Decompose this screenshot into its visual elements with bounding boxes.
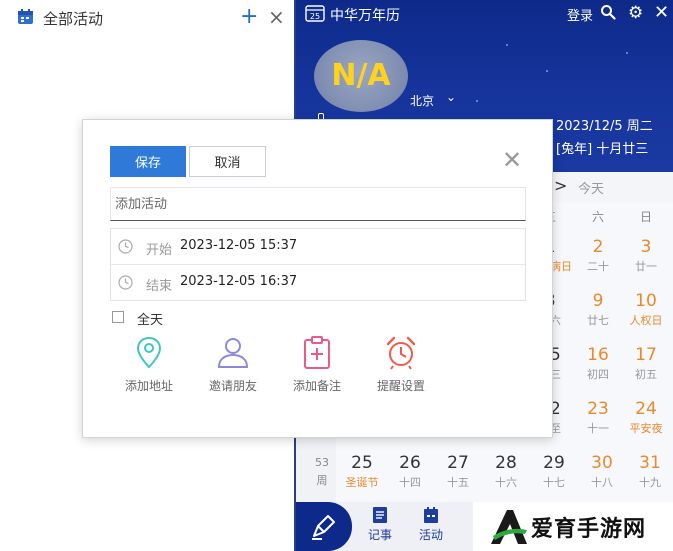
app-logo-day: 25 xyxy=(310,12,320,21)
tab-notes-label: 记事 xyxy=(367,528,392,542)
add-location-button[interactable]: 添加地址 xyxy=(114,335,184,394)
chevron-down-icon[interactable]: ⌄ xyxy=(446,90,456,104)
clock-icon xyxy=(118,239,133,254)
today-button[interactable]: 今天 xyxy=(578,178,604,197)
watermark-logo xyxy=(491,510,527,544)
close-icon[interactable]: ✕ xyxy=(654,2,669,23)
calendar-day[interactable]: 10 人权日 xyxy=(622,289,670,343)
calendar-day[interactable]: 9 廿七 xyxy=(574,289,622,343)
calendar-day[interactable]: 17 初五 xyxy=(622,343,670,397)
calendar-day[interactable]: 3 廿一 xyxy=(622,235,670,289)
person-icon xyxy=(217,338,249,368)
calendar-day[interactable]: 26 十四 xyxy=(386,451,434,505)
tab-activities-label: 活动 xyxy=(418,528,443,542)
gear-icon[interactable]: ⚙ xyxy=(628,3,643,23)
activity-panel-title: 全部活动 xyxy=(43,10,104,28)
app-title: 中华万年历 xyxy=(330,8,400,24)
weekday-header: 六 xyxy=(591,210,604,224)
star-decoration xyxy=(506,44,508,46)
checkbox[interactable] xyxy=(112,311,124,323)
activity-panel-header: 全部活动 + × xyxy=(0,0,296,36)
calendar-day[interactable]: 16 初四 xyxy=(574,343,622,397)
cancel-button[interactable]: 取消 xyxy=(189,146,266,177)
calendar-icon xyxy=(424,507,438,523)
calendar-day[interactable]: 23 十一 xyxy=(574,397,622,451)
reminder-settings-label: 提醒设置 xyxy=(376,379,425,393)
calendar-day[interactable]: 29 十七 xyxy=(530,451,578,505)
clock-icon xyxy=(118,275,133,290)
watermark: 爱育手游网 xyxy=(473,502,673,551)
calendar-day[interactable]: 25 圣诞节 xyxy=(338,451,386,505)
calendar-icon xyxy=(18,9,33,24)
invite-friends-button[interactable]: 邀请朋友 xyxy=(198,335,268,394)
save-button[interactable]: 保存 xyxy=(110,146,186,177)
weather-widget[interactable]: N/A xyxy=(314,40,408,112)
login-link[interactable]: 登录 xyxy=(567,5,593,24)
app-logo-icon: 25 xyxy=(305,5,325,22)
star-decoration xyxy=(626,52,628,54)
alarm-icon xyxy=(386,336,416,370)
time-range: 开始 2023-12-05 15:37 结束 2023-12-05 16:37 xyxy=(110,228,526,301)
start-value: 2023-12-05 15:37 xyxy=(180,238,298,253)
week-number: 53 周 xyxy=(315,456,329,487)
end-value: 2023-12-05 16:37 xyxy=(180,274,298,289)
weekday-header: 日 xyxy=(639,210,652,224)
reminder-settings-button[interactable]: 提醒设置 xyxy=(366,335,436,394)
close-panel-button[interactable]: × xyxy=(268,6,285,28)
tab-notes[interactable]: 记事 xyxy=(358,506,402,543)
star-decoration xyxy=(476,100,478,102)
add-activity-button[interactable]: + xyxy=(240,6,258,28)
lunar-date: [兔年] 十月廿三 xyxy=(556,142,649,157)
add-activity-dialog: 保存 取消 ✕ 开始 2023-12-05 15:37 结束 2023-12-0… xyxy=(82,119,553,438)
pen-icon xyxy=(312,515,335,540)
calendar-day[interactable]: 2 二十 xyxy=(574,235,622,289)
add-note-button[interactable]: 添加备注 xyxy=(282,335,352,394)
notes-icon xyxy=(373,507,387,523)
end-time-field[interactable]: 结束 2023-12-05 16:37 xyxy=(111,265,525,301)
calendar-day[interactable]: 27 十五 xyxy=(434,451,482,505)
calendar-day[interactable]: 28 十六 xyxy=(482,451,530,505)
calendar-day[interactable]: 31 十九 xyxy=(626,451,673,505)
allday-label: 全天 xyxy=(137,313,164,328)
close-icon[interactable]: ✕ xyxy=(502,148,522,172)
start-time-field[interactable]: 开始 2023-12-05 15:37 xyxy=(111,229,525,265)
quick-write-button[interactable] xyxy=(296,502,352,551)
clipboard-plus-icon xyxy=(304,336,330,369)
invite-friends-label: 邀请朋友 xyxy=(208,379,257,393)
location-icon xyxy=(136,336,162,369)
screen: { "left_panel": { "title": "全部活动", "add_… xyxy=(0,0,673,551)
search-icon[interactable] xyxy=(600,4,616,20)
tab-activities[interactable]: 活动 xyxy=(409,506,453,543)
calendar-day[interactable]: 30 十八 xyxy=(578,451,626,505)
start-label: 开始 xyxy=(146,243,173,258)
calendar-day[interactable]: 24 平安夜 xyxy=(622,397,670,451)
current-date: 2023/12/5 周二 xyxy=(556,119,653,134)
city-selector[interactable]: 北京 xyxy=(410,92,434,109)
next-month-button[interactable]: > xyxy=(554,176,567,195)
star-decoration xyxy=(546,70,548,72)
end-label: 结束 xyxy=(146,279,173,294)
add-note-label: 添加备注 xyxy=(292,379,341,393)
add-location-label: 添加地址 xyxy=(124,379,173,393)
watermark-text: 爱育手游网 xyxy=(531,517,647,542)
activity-title-input[interactable] xyxy=(110,187,526,221)
